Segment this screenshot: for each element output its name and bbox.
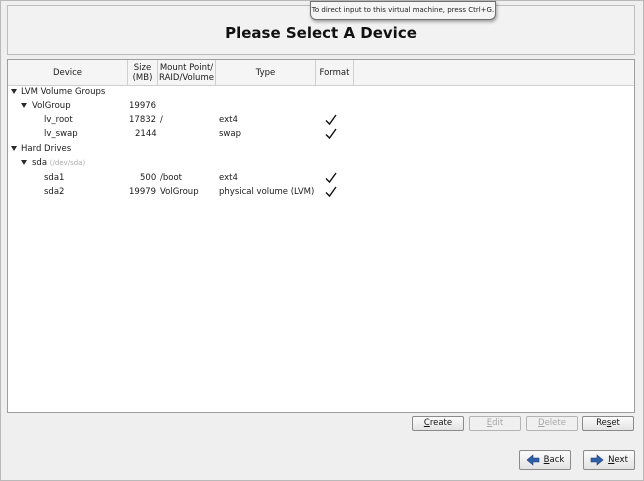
arrow-left-icon <box>526 454 539 466</box>
reset-button[interactable]: Reset <box>582 416 634 431</box>
edit-button[interactable]: Edit <box>469 416 521 431</box>
format-check-icon <box>325 172 337 184</box>
tree-row-volgroup[interactable]: VolGroup 19976 <box>8 99 634 113</box>
expander-arrow-icon[interactable] <box>21 160 27 165</box>
device-name: lv_root <box>44 115 73 125</box>
device-size: 19976 <box>129 101 157 111</box>
tree-row-lv-root[interactable]: lv_root 17832 / ext4 <box>8 113 634 127</box>
device-type: physical volume (LVM) <box>219 187 315 197</box>
next-label: Next <box>608 455 628 465</box>
device-name: VolGroup <box>32 101 71 111</box>
device-type: ext4 <box>219 115 238 125</box>
back-button[interactable]: Back <box>519 450 571 470</box>
tree-row-lv-swap[interactable]: lv_swap 2144 swap <box>8 127 634 141</box>
device-name: sda1 <box>44 173 65 183</box>
format-check-icon <box>325 186 337 198</box>
device-name: sda (/dev/sda) <box>32 158 86 168</box>
column-mount-label: Mount Point/RAID/Volume <box>159 62 214 83</box>
delete-button[interactable]: Delete <box>526 416 578 431</box>
column-format[interactable]: Format <box>316 60 354 85</box>
format-check-icon <box>325 114 337 126</box>
device-size: 2144 <box>135 129 157 139</box>
device-mount: / <box>160 115 163 125</box>
device-type: swap <box>219 129 241 139</box>
column-size[interactable]: Size (MB) <box>128 60 158 85</box>
device-name: LVM Volume Groups <box>21 87 106 97</box>
device-mount: /boot <box>160 173 182 183</box>
column-device[interactable]: Device <box>8 60 128 85</box>
vm-input-tooltip: To direct input to this virtual machine,… <box>310 1 496 20</box>
column-type-label: Type <box>255 67 276 78</box>
tree-header: Device Size (MB) Mount Point/RAID/Volume … <box>8 60 634 86</box>
create-button[interactable]: Create <box>412 416 464 431</box>
device-name: Hard Drives <box>21 144 72 154</box>
device-name: sda2 <box>44 187 65 197</box>
column-device-label: Device <box>52 67 83 78</box>
tree-row-sda[interactable]: sda (/dev/sda) <box>8 156 634 170</box>
device-type: ext4 <box>219 173 238 183</box>
format-check-icon <box>325 128 337 140</box>
page-title: Please Select A Device <box>225 24 417 42</box>
tree-row-hard-drives[interactable]: Hard Drives <box>8 142 634 156</box>
tree-row-sda1[interactable]: sda1 500 /boot ext4 <box>8 171 634 185</box>
installer-window: Please Select A Device To direct input t… <box>0 0 644 481</box>
device-mount: VolGroup <box>160 187 199 197</box>
device-size: 17832 <box>129 115 157 125</box>
device-path: (/dev/sda) <box>49 159 86 167</box>
expander-arrow-icon[interactable] <box>11 146 17 151</box>
next-button[interactable]: Next <box>583 450 635 470</box>
tree-row-lvm-volume-groups[interactable]: LVM Volume Groups <box>8 85 634 99</box>
column-size-label: Size (MB) <box>132 62 153 83</box>
column-mount-point[interactable]: Mount Point/RAID/Volume <box>158 60 216 85</box>
device-tree[interactable]: Device Size (MB) Mount Point/RAID/Volume … <box>7 59 635 413</box>
column-type[interactable]: Type <box>216 60 316 85</box>
device-name: lv_swap <box>44 129 78 139</box>
back-label: Back <box>543 455 565 465</box>
arrow-right-icon <box>590 454 604 466</box>
expander-arrow-icon[interactable] <box>11 89 17 94</box>
column-format-label: Format <box>319 67 350 78</box>
device-size: 500 <box>140 173 157 183</box>
tree-row-sda2[interactable]: sda2 19979 VolGroup physical volume (LVM… <box>8 185 634 199</box>
expander-arrow-icon[interactable] <box>21 103 27 108</box>
device-size: 19979 <box>129 187 157 197</box>
